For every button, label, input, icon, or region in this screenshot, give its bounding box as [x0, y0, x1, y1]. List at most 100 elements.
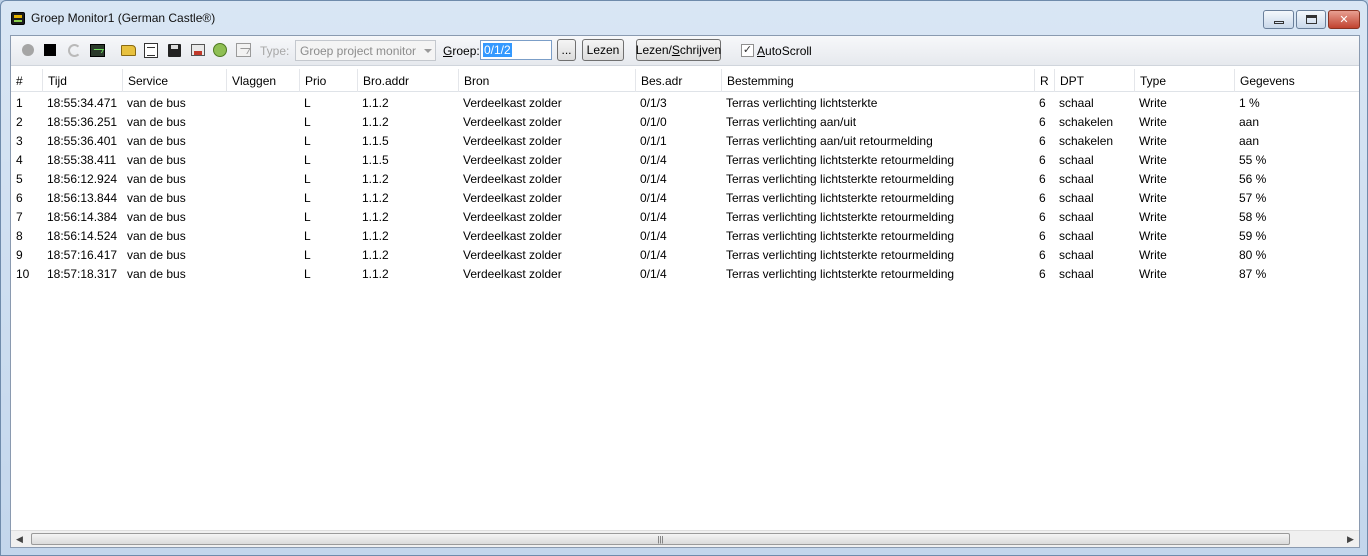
column-header-r[interactable]: R: [1034, 69, 1054, 92]
cell-service: van de bus: [127, 134, 186, 148]
chevron-down-icon: [424, 49, 432, 53]
save-icon[interactable]: [166, 42, 182, 58]
lezen-schrijven-button[interactable]: Lezen/Schrijven: [636, 39, 721, 61]
monitor-icon[interactable]: [89, 42, 105, 58]
cell-bron: Verdeelkast zolder: [463, 191, 562, 205]
cell-prio: L: [304, 191, 311, 205]
document-icon[interactable]: [143, 42, 159, 58]
cell-r: 6: [1039, 96, 1046, 110]
cell-index: 2: [16, 115, 23, 129]
column-header-vlaggen[interactable]: Vlaggen: [226, 69, 299, 92]
column-header-bestemming[interactable]: Bestemming: [721, 69, 1034, 92]
cell-bes-adr: 0/1/0: [640, 115, 667, 129]
cell-bron: Verdeelkast zolder: [463, 248, 562, 262]
column-header-service[interactable]: Service: [122, 69, 226, 92]
cell-gegevens: aan: [1239, 134, 1260, 148]
type-select-value: Groep project monitor: [300, 44, 417, 58]
table-row[interactable]: 6 18:56:13.844 van de bus L 1.1.2 Verdeelkast…: [11, 188, 1359, 207]
cell-bes-adr: 0/1/4: [640, 191, 667, 205]
cell-index: 4: [16, 153, 23, 167]
cell-dpt: schaal: [1059, 191, 1094, 205]
type-select[interactable]: Groep project monitor: [295, 40, 436, 61]
filter-icon[interactable]: [212, 42, 228, 58]
maximize-button[interactable]: [1296, 10, 1326, 29]
cell-tijd: 18:57:16.417: [47, 248, 118, 262]
cell-r: 6: [1039, 210, 1046, 224]
groep-input[interactable]: 0/1/2: [480, 40, 552, 60]
open-folder-icon[interactable]: [120, 42, 136, 58]
scroll-right-icon[interactable]: ▶: [1342, 531, 1359, 547]
table-row[interactable]: 10 18:57:18.317 van de bus L 1.1.2 Verdeelkas…: [11, 264, 1359, 283]
cell-bestemming: Terras verlichting aan/uit retourmelding: [726, 134, 933, 148]
cell-bes-adr: 0/1/1: [640, 134, 667, 148]
table-row[interactable]: 2 18:55:36.251 van de bus L 1.1.2 Verdeelkast…: [11, 112, 1359, 131]
column-header-gegevens[interactable]: Gegevens: [1234, 69, 1359, 92]
cell-vlaggen: [226, 131, 299, 150]
table-row[interactable]: 5 18:56:12.924 van de bus L 1.1.2 Verdeelkast…: [11, 169, 1359, 188]
cell-vlaggen: [226, 112, 299, 131]
cell-dpt: schaal: [1059, 267, 1094, 281]
column-header-prio[interactable]: Prio: [299, 69, 357, 92]
scrollbar-thumb[interactable]: |||: [31, 533, 1290, 545]
minimize-button[interactable]: [1263, 10, 1294, 29]
cell-prio: L: [304, 248, 311, 262]
lezen-button[interactable]: Lezen: [582, 39, 624, 61]
cell-bestemming: Terras verlichting lichtsterkte retourme…: [726, 191, 955, 205]
cell-dpt: schaal: [1059, 96, 1094, 110]
cell-bestemming: Terras verlichting lichtsterkte retourme…: [726, 267, 955, 281]
cell-dpt: schaal: [1059, 210, 1094, 224]
cell-bestemming: Terras verlichting lichtsterkte: [726, 96, 878, 110]
cell-r: 6: [1039, 248, 1046, 262]
cell-prio: L: [304, 229, 311, 243]
cell-bes-adr: 0/1/4: [640, 153, 667, 167]
cell-dpt: schaal: [1059, 248, 1094, 262]
column-header-bes-adr[interactable]: Bes.adr: [635, 69, 721, 92]
scroll-left-icon[interactable]: ◀: [11, 531, 28, 547]
column-header-type[interactable]: Type: [1134, 69, 1234, 92]
cell-bestemming: Terras verlichting lichtsterkte retourme…: [726, 229, 955, 243]
table-row[interactable]: 9 18:57:16.417 van de bus L 1.1.2 Verdeelkast…: [11, 245, 1359, 264]
print-icon[interactable]: [190, 42, 206, 58]
browse-button[interactable]: ...: [557, 39, 576, 61]
cell-bron: Verdeelkast zolder: [463, 115, 562, 129]
column-header-dpt[interactable]: DPT: [1054, 69, 1134, 92]
cell-prio: L: [304, 134, 311, 148]
cell-gegevens: 1 %: [1239, 96, 1260, 110]
minimize-icon: [1273, 21, 1284, 24]
app-icon[interactable]: [11, 12, 25, 25]
cell-bro-addr: 1.1.5: [362, 153, 389, 167]
title-bar[interactable]: Groep Monitor1 (German Castle®) ✕: [1, 1, 1367, 35]
cell-prio: L: [304, 115, 311, 129]
type-label: Type:: [260, 44, 290, 58]
cell-bes-adr: 0/1/3: [640, 96, 667, 110]
cell-bro-addr: 1.1.2: [362, 191, 389, 205]
table-row[interactable]: 8 18:56:14.524 van de bus L 1.1.2 Verdeelkast…: [11, 226, 1359, 245]
cell-r: 6: [1039, 134, 1046, 148]
stop-icon[interactable]: [42, 42, 58, 58]
table-row[interactable]: 7 18:56:14.384 van de bus L 1.1.2 Verdeelkast…: [11, 207, 1359, 226]
cell-vlaggen: [226, 188, 299, 207]
groep-input-value: 0/1/2: [483, 43, 512, 57]
cell-prio: L: [304, 172, 311, 186]
table-row[interactable]: 1 18:55:34.471 van de bus L 1.1.2 Verdeelkast…: [11, 93, 1359, 112]
cell-service: van de bus: [127, 172, 186, 186]
cell-vlaggen: [226, 169, 299, 188]
cell-service: van de bus: [127, 248, 186, 262]
autoscroll-label[interactable]: AutoScroll: [757, 44, 812, 58]
column-header-tijd[interactable]: Tijd: [42, 69, 122, 92]
horizontal-scrollbar[interactable]: ◀ ||| ▶: [11, 530, 1359, 547]
autoscroll-checkbox[interactable]: ✓: [741, 44, 754, 57]
column-header-index[interactable]: #: [11, 69, 42, 92]
cell-bes-adr: 0/1/4: [640, 229, 667, 243]
refresh-icon[interactable]: [66, 42, 82, 58]
close-button[interactable]: ✕: [1328, 10, 1360, 29]
record-icon[interactable]: [20, 42, 36, 58]
table-row[interactable]: 4 18:55:38.411 van de bus L 1.1.5 Verdeelkast…: [11, 150, 1359, 169]
table-row[interactable]: 3 18:55:36.401 van de bus L 1.1.5 Verdeelkast…: [11, 131, 1359, 150]
column-header-bro-addr[interactable]: Bro.addr: [357, 69, 458, 92]
table-header: # Tijd Service Vlaggen Prio Bro.addr Bron Bes.a…: [11, 69, 1359, 92]
chart-icon[interactable]: [235, 42, 251, 58]
cell-bron: Verdeelkast zolder: [463, 267, 562, 281]
cell-vlaggen: [226, 264, 299, 283]
column-header-bron[interactable]: Bron: [458, 69, 635, 92]
